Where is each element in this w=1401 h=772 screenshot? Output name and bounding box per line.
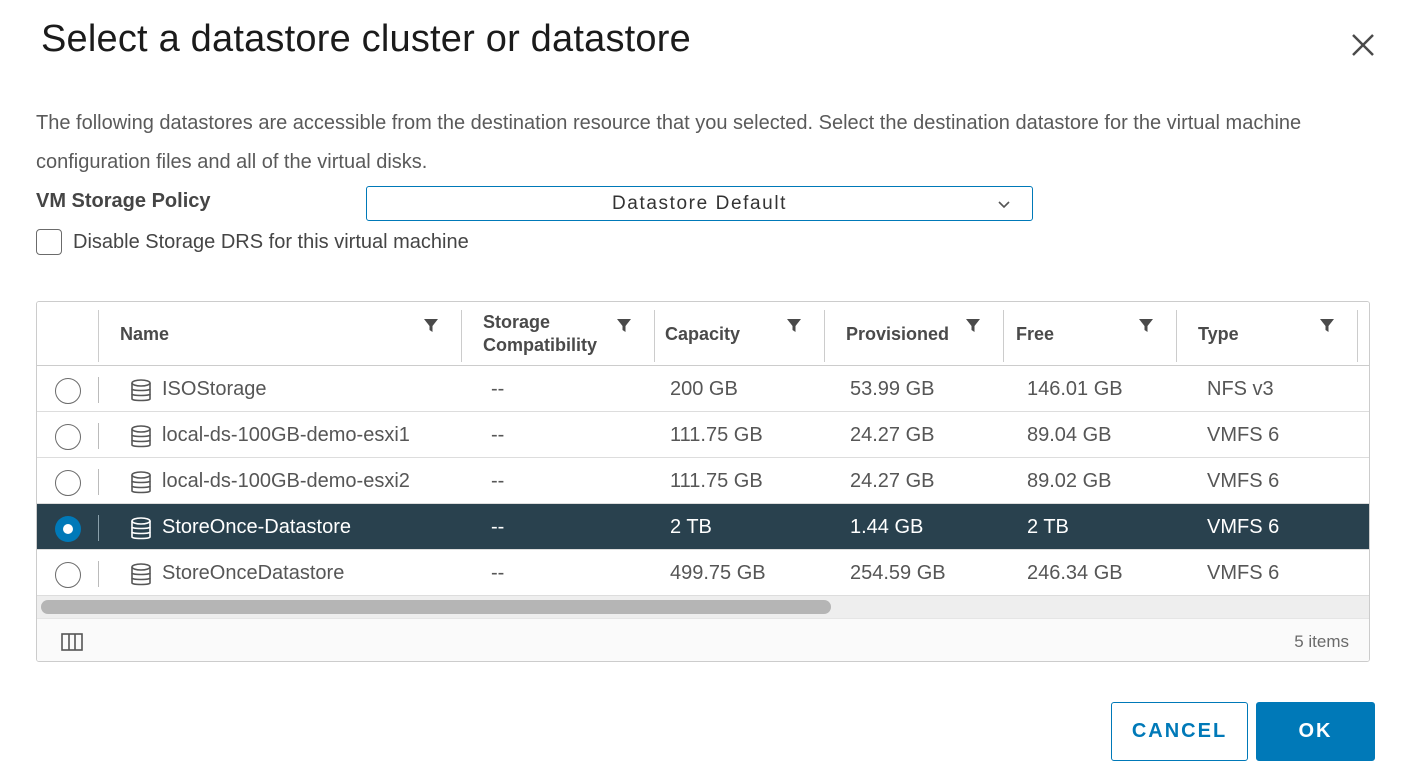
- grid-header: Name Storage Compatibility Capacity Prov…: [37, 302, 1369, 366]
- storage-policy-label: VM Storage Policy: [36, 190, 211, 212]
- datastore-icon: [131, 563, 151, 586]
- cell-provisioned: 53.99 GB: [850, 378, 935, 400]
- horizontal-scrollbar[interactable]: [37, 596, 1369, 618]
- row-radio[interactable]: [55, 424, 81, 450]
- column-toggle-icon[interactable]: [61, 633, 83, 651]
- cell-free: 89.02 GB: [1027, 470, 1112, 492]
- table-row[interactable]: local-ds-100GB-demo-esxi2 -- 111.75 GB 2…: [37, 458, 1369, 504]
- cell-name: local-ds-100GB-demo-esxi1: [162, 424, 410, 446]
- cell-type: VMFS 6: [1207, 424, 1280, 446]
- filter-icon[interactable]: [1319, 318, 1335, 334]
- chevron-down-icon: [998, 201, 1010, 209]
- cell-provisioned: 1.44 GB: [850, 516, 924, 538]
- datastore-icon: [131, 471, 151, 494]
- grid-footer: 5 items: [37, 618, 1369, 661]
- cell-capacity: 499.75 GB: [670, 562, 766, 584]
- close-icon: [1352, 34, 1374, 56]
- cell-capacity: 200 GB: [670, 378, 738, 400]
- cell-storage-compatibility: --: [491, 562, 505, 584]
- cell-type: VMFS 6: [1207, 562, 1280, 584]
- filter-icon[interactable]: [965, 318, 981, 334]
- scrollbar-thumb[interactable]: [41, 600, 831, 614]
- cell-storage-compatibility: --: [491, 516, 505, 538]
- cell-free: 246.34 GB: [1027, 562, 1123, 584]
- cell-storage-compatibility: --: [491, 470, 505, 492]
- filter-icon[interactable]: [616, 318, 632, 334]
- cell-storage-compatibility: --: [491, 424, 505, 446]
- storage-policy-select[interactable]: Datastore Default: [366, 186, 1033, 221]
- cancel-button[interactable]: CANCEL: [1111, 702, 1248, 761]
- column-header-name[interactable]: Name: [120, 302, 169, 366]
- cell-capacity: 111.75 GB: [670, 424, 763, 446]
- column-header-storage-compatibility[interactable]: Storage Compatibility: [483, 302, 633, 366]
- table-row[interactable]: StoreOnceDatastore -- 499.75 GB 254.59 G…: [37, 550, 1369, 596]
- ok-button[interactable]: OK: [1256, 702, 1375, 761]
- disable-drs-checkbox[interactable]: [36, 229, 62, 255]
- cell-provisioned: 24.27 GB: [850, 424, 935, 446]
- disable-drs-row: Disable Storage DRS for this virtual mac…: [36, 228, 469, 256]
- close-button[interactable]: [1343, 25, 1383, 65]
- row-radio[interactable]: [55, 470, 81, 496]
- table-row-selected[interactable]: StoreOnce-Datastore -- 2 TB 1.44 GB 2 TB…: [37, 504, 1369, 550]
- filter-icon[interactable]: [1138, 318, 1154, 334]
- column-header-capacity[interactable]: Capacity: [665, 302, 740, 366]
- column-header-type[interactable]: Type: [1198, 302, 1239, 366]
- datastore-icon: [131, 517, 151, 540]
- cell-capacity: 111.75 GB: [670, 470, 763, 492]
- column-header-provisioned[interactable]: Provisioned: [846, 302, 949, 366]
- cell-name: StoreOnceDatastore: [162, 562, 345, 584]
- row-radio[interactable]: [55, 562, 81, 588]
- disable-drs-label: Disable Storage DRS for this virtual mac…: [73, 230, 469, 253]
- datastore-icon: [131, 379, 151, 402]
- datastore-icon: [131, 425, 151, 448]
- column-header-free[interactable]: Free: [1016, 302, 1054, 366]
- cell-type: VMFS 6: [1207, 470, 1280, 492]
- item-count: 5 items: [1294, 632, 1349, 651]
- cell-free: 89.04 GB: [1027, 424, 1112, 446]
- filter-icon[interactable]: [786, 318, 802, 334]
- cell-provisioned: 24.27 GB: [850, 470, 935, 492]
- row-radio-selected[interactable]: [55, 516, 81, 542]
- cell-name: StoreOnce-Datastore: [162, 516, 351, 538]
- cell-type: NFS v3: [1207, 378, 1274, 400]
- datastore-grid: Name Storage Compatibility Capacity Prov…: [36, 301, 1370, 662]
- dialog-description: The following datastores are accessible …: [36, 112, 1302, 173]
- cell-free: 146.01 GB: [1027, 378, 1123, 400]
- filter-icon[interactable]: [423, 318, 439, 334]
- cell-storage-compatibility: --: [491, 378, 505, 400]
- storage-policy-value: Datastore Default: [611, 193, 788, 214]
- table-row[interactable]: local-ds-100GB-demo-esxi1 -- 111.75 GB 2…: [37, 412, 1369, 458]
- table-row[interactable]: ISOStorage -- 200 GB 53.99 GB 146.01 GB …: [37, 366, 1369, 412]
- cell-type: VMFS 6: [1207, 516, 1280, 538]
- cell-name: local-ds-100GB-demo-esxi2: [162, 470, 410, 492]
- cell-free: 2 TB: [1027, 516, 1069, 538]
- dialog-title: Select a datastore cluster or datastore: [41, 18, 691, 60]
- cell-provisioned: 254.59 GB: [850, 562, 946, 584]
- row-radio[interactable]: [55, 378, 81, 404]
- cell-capacity: 2 TB: [670, 516, 712, 538]
- cell-name: ISOStorage: [162, 378, 267, 400]
